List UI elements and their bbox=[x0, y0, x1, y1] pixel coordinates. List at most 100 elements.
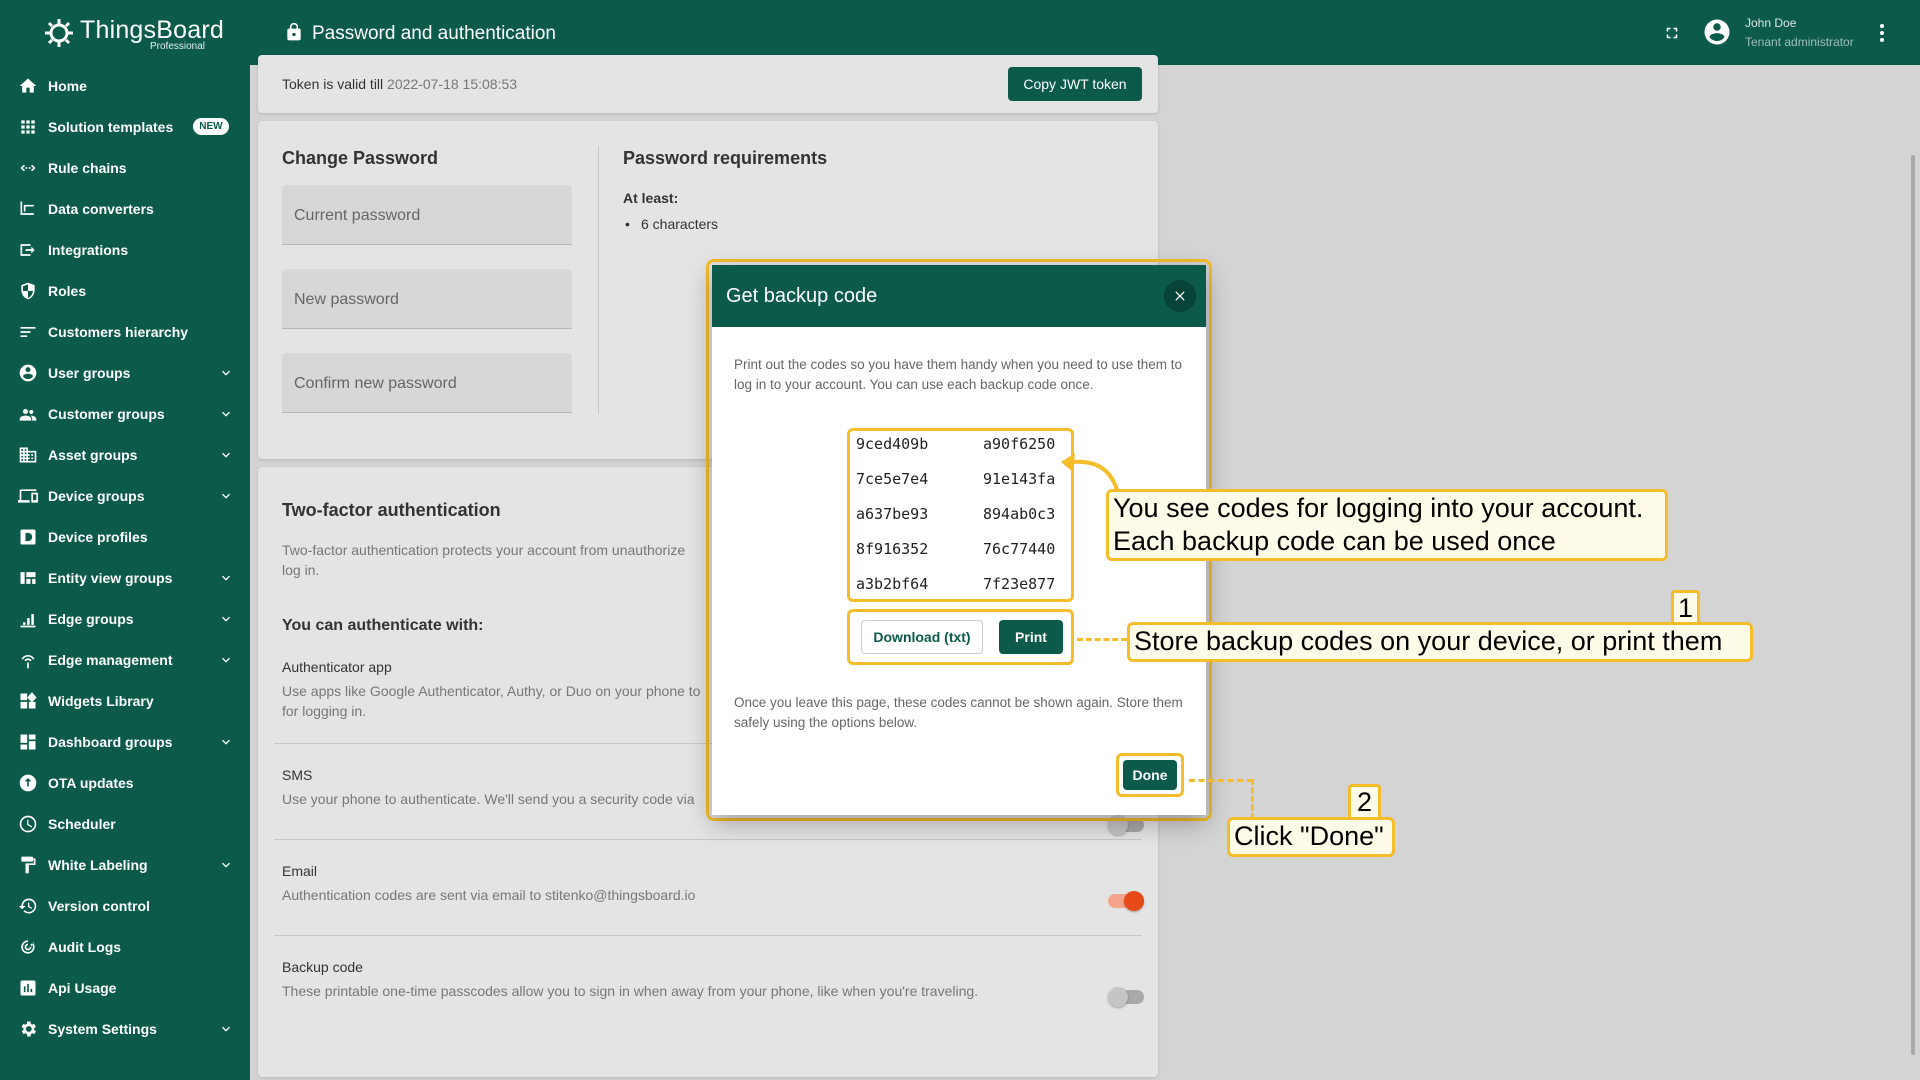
chevron-down-icon[interactable] bbox=[218, 1021, 234, 1037]
token-card: Token is valid till 2022-07-18 15:08:53 … bbox=[258, 55, 1158, 113]
requirements-title: Password requirements bbox=[623, 148, 828, 168]
sidebar-item-ota-updates[interactable]: OTA updates bbox=[0, 762, 250, 803]
backup-code: a3b2bf64 bbox=[856, 575, 929, 593]
scrollbar[interactable] bbox=[1908, 65, 1918, 1080]
backup-code: a90f6250 bbox=[983, 435, 1056, 453]
confirm-password-field[interactable]: Confirm new password bbox=[282, 353, 572, 413]
new-password-field[interactable]: New password bbox=[282, 269, 572, 329]
sidebar-item-entity-view-groups[interactable]: Entity view groups bbox=[0, 557, 250, 598]
copy-jwt-button[interactable]: Copy JWT token bbox=[1008, 67, 1142, 101]
chevron-down-icon[interactable] bbox=[218, 365, 234, 381]
sidebar-item-customer-groups[interactable]: Customer groups bbox=[0, 393, 250, 434]
chevron-down-icon[interactable] bbox=[218, 570, 234, 586]
chevron-down-icon[interactable] bbox=[218, 652, 234, 668]
two-factor-description: Two-factor authentication protects your … bbox=[282, 540, 752, 580]
rule-chain-icon bbox=[18, 158, 38, 178]
backup-code: 91e143fa bbox=[983, 470, 1056, 488]
scrollbar-thumb[interactable] bbox=[1911, 155, 1915, 1055]
codes-callout-line1: You see codes for logging into your acco… bbox=[1113, 493, 1644, 523]
step2-connector bbox=[1189, 779, 1253, 782]
sidebar-item-dashboard-groups[interactable]: Dashboard groups bbox=[0, 721, 250, 762]
integration-icon bbox=[18, 240, 38, 260]
sidebar-item-roles[interactable]: Roles bbox=[0, 270, 250, 311]
sidebar-item-user-groups[interactable]: User groups bbox=[0, 352, 250, 393]
two-factor-title: Two-factor authentication bbox=[282, 500, 501, 520]
backup-code-toggle[interactable] bbox=[1108, 987, 1144, 1007]
sidebar-item-label: OTA updates bbox=[48, 774, 134, 791]
sidebar-item-home[interactable]: Home bbox=[0, 65, 250, 106]
print-button[interactable]: Print bbox=[999, 620, 1063, 654]
sidebar-item-label: Solution templates bbox=[48, 118, 174, 135]
download-txt-button[interactable]: Download (txt) bbox=[861, 620, 983, 654]
track-changes-icon bbox=[18, 937, 38, 957]
backup-code: 8f916352 bbox=[856, 540, 929, 558]
devices-icon bbox=[18, 486, 38, 506]
step2-callout: Click "Done" bbox=[1227, 817, 1395, 857]
chevron-down-icon[interactable] bbox=[218, 857, 234, 873]
sidebar-item-scheduler[interactable]: Scheduler bbox=[0, 803, 250, 844]
more-vert-icon[interactable] bbox=[1878, 22, 1886, 44]
fullscreen-icon[interactable] bbox=[1663, 24, 1681, 42]
clock-icon bbox=[18, 814, 38, 834]
sidebar-item-label: Customers hierarchy bbox=[48, 323, 189, 340]
requirements-at-least: At least: bbox=[623, 190, 679, 206]
sidebar-item-data-converters[interactable]: Data converters bbox=[0, 188, 250, 229]
method-title: Email bbox=[282, 863, 318, 879]
email-toggle[interactable] bbox=[1108, 891, 1144, 911]
close-icon[interactable] bbox=[1164, 280, 1196, 312]
chevron-down-icon[interactable] bbox=[218, 406, 234, 422]
sidebar-item-label: Api Usage bbox=[48, 979, 117, 996]
account-circle-icon bbox=[18, 363, 38, 383]
sidebar-item-integrations[interactable]: Integrations bbox=[0, 229, 250, 270]
new-badge: NEW bbox=[193, 118, 229, 135]
user-name[interactable]: John Doe bbox=[1745, 16, 1796, 30]
sidebar-item-version-control[interactable]: Version control bbox=[0, 885, 250, 926]
settings-icon bbox=[18, 1019, 38, 1039]
view-quilt-icon bbox=[18, 568, 38, 588]
done-button[interactable]: Done bbox=[1123, 760, 1177, 790]
sidebar-item-customers-hierarchy[interactable]: Customers hierarchy bbox=[0, 311, 250, 352]
chevron-down-icon[interactable] bbox=[218, 488, 234, 504]
sidebar-item-label: Widgets Library bbox=[48, 692, 154, 709]
method-desc: Authentication codes are sent via email … bbox=[282, 887, 696, 903]
user-avatar-icon[interactable] bbox=[1702, 17, 1732, 47]
dialog-header: Get backup code bbox=[712, 265, 1206, 327]
step2-number: 2 bbox=[1348, 784, 1381, 820]
token-value: 2022-07-18 15:08:53 bbox=[387, 76, 518, 92]
sidebar-item-widgets-library[interactable]: Widgets Library bbox=[0, 680, 250, 721]
sidebar-item-label: Rule chains bbox=[48, 159, 127, 176]
two-factor-subtitle: You can authenticate with: bbox=[282, 617, 484, 634]
sidebar-item-api-usage[interactable]: Api Usage bbox=[0, 967, 250, 1008]
sidebar-item-label: Home bbox=[48, 77, 87, 94]
router-icon bbox=[18, 650, 38, 670]
page-title: Password and authentication bbox=[312, 23, 556, 44]
chevron-down-icon[interactable] bbox=[218, 734, 234, 750]
sidebar-item-device-groups[interactable]: Device groups bbox=[0, 475, 250, 516]
chevron-down-icon[interactable] bbox=[218, 611, 234, 627]
two-factor-desc-line2: log in. bbox=[282, 562, 320, 578]
method-divider bbox=[274, 935, 1142, 936]
sidebar-item-system-settings[interactable]: System Settings bbox=[0, 1008, 250, 1049]
sidebar-item-rule-chains[interactable]: Rule chains bbox=[0, 147, 250, 188]
codes-callout-line2: Each backup code can be used once bbox=[1113, 526, 1556, 556]
sidebar-item-audit-logs[interactable]: Audit Logs bbox=[0, 926, 250, 967]
sidebar-item-device-profiles[interactable]: Device profiles bbox=[0, 516, 250, 557]
method-desc-line2: for logging in. bbox=[282, 703, 367, 719]
requirement-item: 6 characters bbox=[625, 216, 718, 232]
done-highlight: Done bbox=[1116, 753, 1184, 797]
user-role: Tenant administrator bbox=[1745, 35, 1854, 49]
export-buttons-highlight: Download (txt) Print bbox=[847, 609, 1074, 665]
shield-icon bbox=[18, 281, 38, 301]
method-desc: Use apps like Google Authenticator, Auth… bbox=[282, 681, 712, 721]
sidebar-item-edge-groups[interactable]: Edge groups bbox=[0, 598, 250, 639]
sidebar-item-label: Asset groups bbox=[48, 446, 138, 463]
sidebar-item-edge-management[interactable]: Edge management bbox=[0, 639, 250, 680]
sidebar-item-asset-groups[interactable]: Asset groups bbox=[0, 434, 250, 475]
current-password-field[interactable]: Current password bbox=[282, 185, 572, 245]
converter-icon bbox=[18, 199, 38, 219]
sidebar-item-solution-templates[interactable]: Solution templates NEW bbox=[0, 106, 250, 147]
format-paint-icon bbox=[18, 855, 38, 875]
step1-callout: Store backup codes on your device, or pr… bbox=[1127, 622, 1753, 662]
sidebar-item-white-labeling[interactable]: White Labeling bbox=[0, 844, 250, 885]
chevron-down-icon[interactable] bbox=[218, 447, 234, 463]
